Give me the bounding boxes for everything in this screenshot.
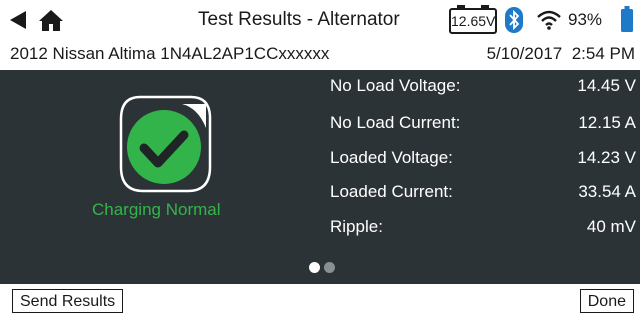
check-badge-icon [118,94,213,194]
charging-status: Charging Normal [92,200,221,219]
page-dot-active[interactable] [309,262,320,273]
page-dot-inactive[interactable] [324,262,335,273]
result-label: Loaded Voltage: [330,148,453,167]
wifi-icon [536,10,562,30]
home-icon[interactable] [38,8,64,32]
result-value: 14.23 V [577,148,636,167]
done-button[interactable]: Done [579,289,634,313]
result-label: Loaded Current: [330,182,453,201]
battery-terminal-positive [481,5,489,9]
result-value: 14.45 V [577,76,636,95]
result-row: Loaded Voltage: 14.23 V [330,148,636,174]
result-row: No Load Current: 12.15 A [330,113,636,139]
result-label: No Load Current: [330,113,461,132]
top-bar: Test Results - Alternator 12.65V 93% [0,0,640,40]
battery-icon [621,6,633,32]
battery-voltage-value: 12.65V [451,13,496,29]
result-row: Loaded Current: 33.54 A [330,182,636,208]
result-row: Ripple: 40 mV [330,217,636,243]
result-label: Ripple: [330,217,383,236]
result-value: 12.15 A [578,113,636,132]
bottom-bar: Send Results Done [0,284,640,317]
battery-terminal-negative [457,5,465,9]
result-value: 33.54 A [578,182,636,201]
battery-percent: 93% [568,10,603,29]
back-arrow-icon[interactable] [8,9,30,31]
battery-voltage-icon: 12.65V [449,5,497,34]
vehicle-info-bar: 2012 Nissan Altima 1N4AL2AP1CCxxxxxx 5/1… [0,40,640,70]
test-datetime: 5/10/2017 2:54 PM [487,44,635,64]
bluetooth-icon [505,7,523,33]
page-title: Test Results - Alternator [198,9,400,30]
result-row: No Load Voltage: 14.45 V [330,76,636,102]
result-value: 40 mV [586,217,636,236]
test-time: 2:54 PM [571,44,635,63]
vehicle-description: 2012 Nissan Altima 1N4AL2AP1CCxxxxxx [10,44,330,63]
send-results-button[interactable]: Send Results [12,289,124,313]
result-label: No Load Voltage: [330,76,461,95]
test-date: 5/10/2017 [486,44,563,63]
page-indicator[interactable] [309,262,339,274]
